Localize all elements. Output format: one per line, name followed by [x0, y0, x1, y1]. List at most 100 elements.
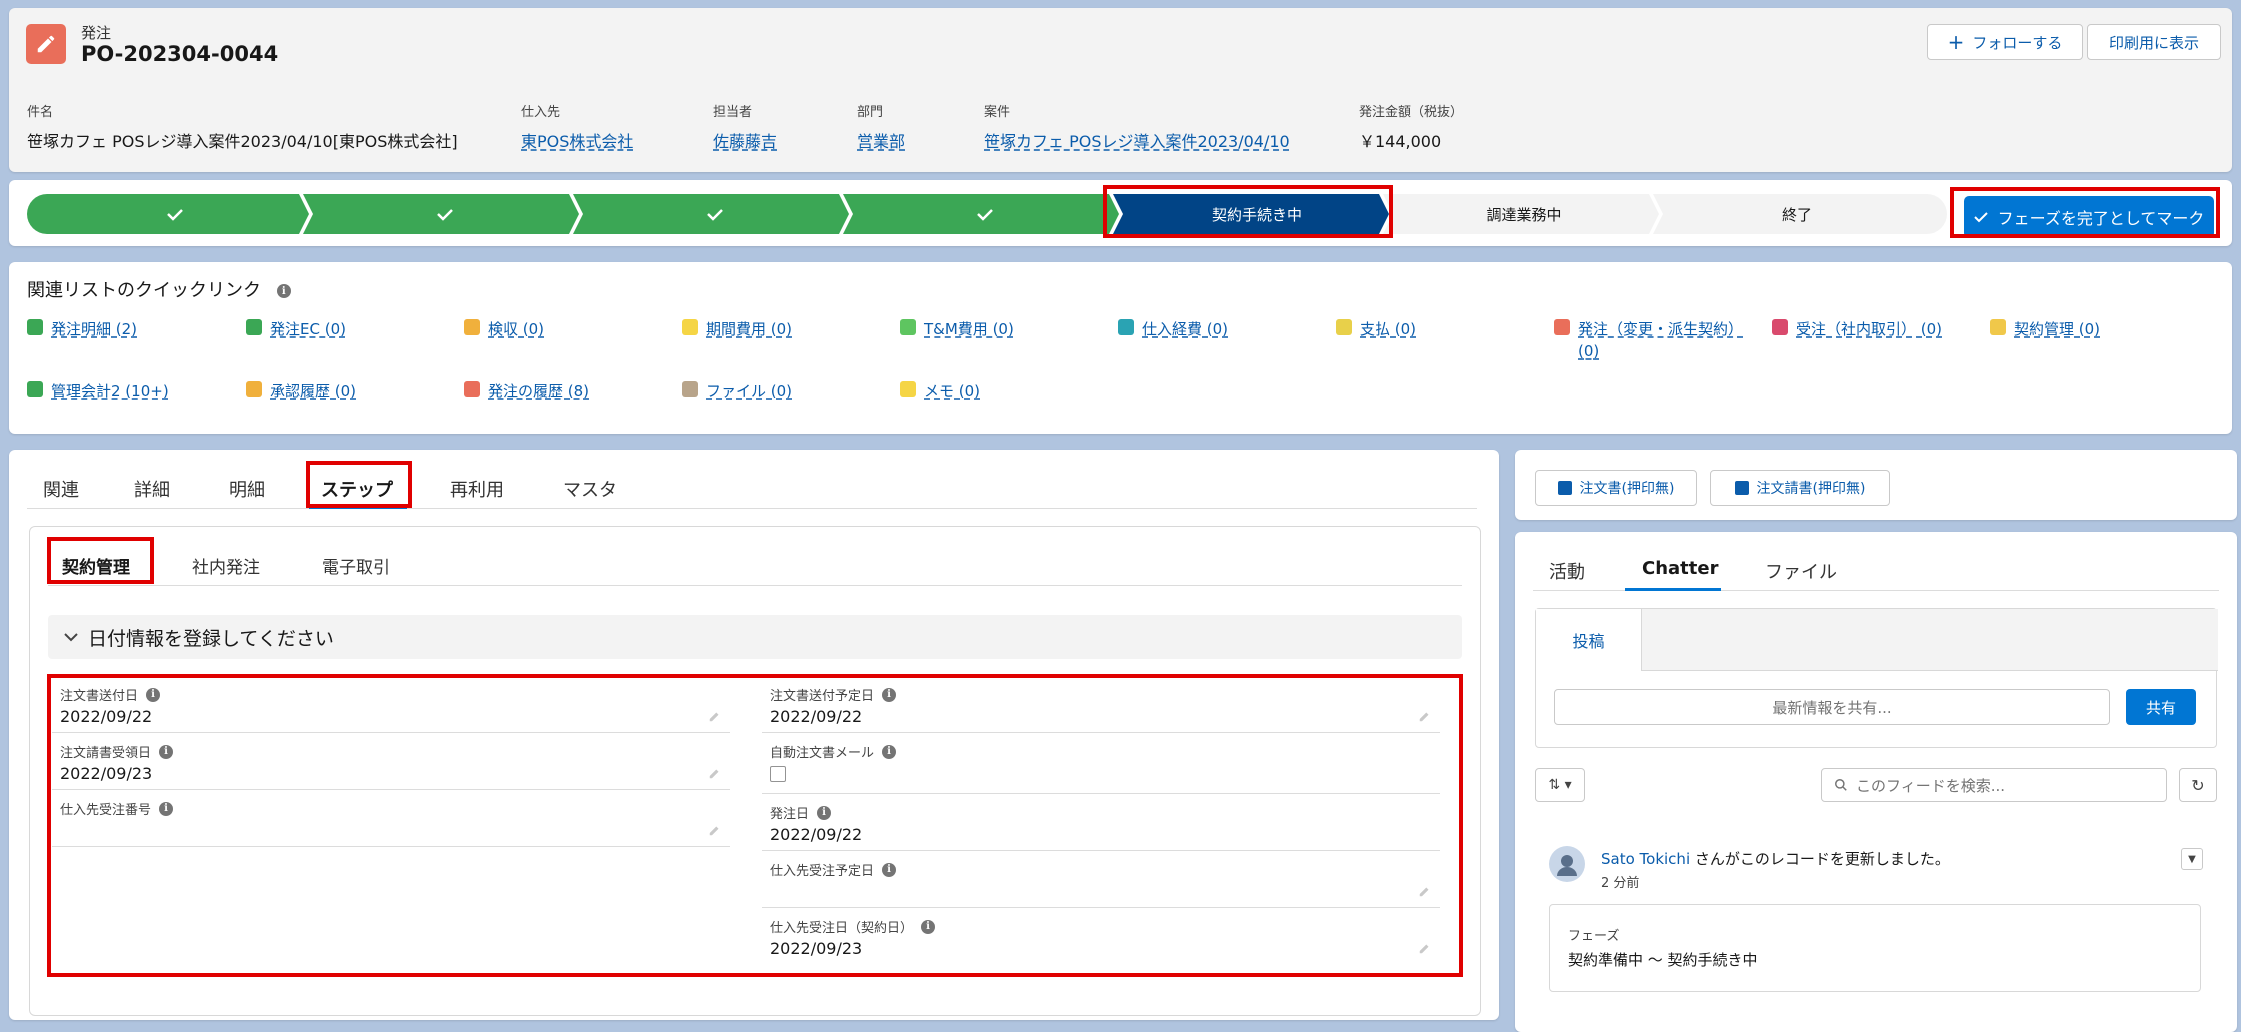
- quick-link[interactable]: メモ (0): [900, 380, 980, 401]
- quick-link[interactable]: 発注の履歴 (8): [464, 380, 589, 401]
- related-list-icon: [1772, 319, 1788, 335]
- field-opportunity: 案件 笹塚カフェ POSレジ導入案件2023/04/10: [984, 105, 1290, 152]
- path-stage-2[interactable]: [303, 194, 579, 234]
- document-buttons-card: 注文書(押印無) 注文請書(押印無): [1515, 450, 2237, 520]
- feed-user-link[interactable]: Sato Tokichi: [1601, 850, 1690, 868]
- refresh-icon: ↻: [2191, 775, 2205, 795]
- tab-files[interactable]: ファイル: [1765, 558, 1837, 584]
- document-icon: [1734, 481, 1749, 495]
- check-icon: [1973, 212, 1988, 223]
- quick-link[interactable]: T&M費用 (0): [900, 318, 1014, 339]
- purchase-order-doc-button[interactable]: 注文書(押印無): [1535, 470, 1697, 506]
- field-amount: 発注金額（税抜） ￥144,000: [1359, 105, 1464, 151]
- owner-link[interactable]: 佐藤藤吉: [713, 128, 777, 152]
- field-po-ack-received-date: 注文請書受領日 i 2022/09/23: [52, 736, 730, 790]
- path-stages: 契約手続き中 調達業務中 終了: [27, 194, 1947, 234]
- edit-pencil-icon[interactable]: [708, 823, 722, 837]
- quick-link[interactable]: 発注（変更・派生契約） (0): [1554, 318, 1744, 362]
- tab-master[interactable]: マスタ: [563, 476, 617, 502]
- quick-link[interactable]: 支払 (0): [1336, 318, 1416, 339]
- quick-link[interactable]: 検収 (0): [464, 318, 544, 339]
- quick-link[interactable]: 仕入経費 (0): [1118, 318, 1228, 339]
- tab-details[interactable]: 詳細: [134, 476, 170, 502]
- field-order-date: 発注日 i 2022/09/22: [762, 797, 1440, 851]
- quick-link[interactable]: 管理会計2 (10+): [27, 380, 169, 401]
- section-header[interactable]: 日付情報を登録してください: [48, 615, 1462, 659]
- plus-icon: +: [1947, 30, 1965, 54]
- feed-item-menu-button[interactable]: ▼: [2181, 848, 2203, 870]
- related-list-icon: [246, 381, 262, 397]
- edit-pencil-icon[interactable]: [708, 709, 722, 723]
- path-stage-label: 終了: [1782, 206, 1812, 224]
- path-stage-6[interactable]: 調達業務中: [1383, 194, 1659, 234]
- quick-link[interactable]: 受注（社内取引） (0): [1772, 318, 1942, 339]
- opportunity-link[interactable]: 笹塚カフェ POSレジ導入案件2023/04/10: [984, 128, 1290, 152]
- search-icon: [1835, 779, 1847, 791]
- avatar[interactable]: [1549, 846, 1585, 882]
- subtab-divider: [48, 585, 1462, 586]
- quick-link[interactable]: 承認履歴 (0): [246, 380, 356, 401]
- pencil-icon: [26, 24, 66, 64]
- auto-po-email-checkbox[interactable]: [770, 766, 786, 782]
- follow-button[interactable]: + フォローする: [1927, 24, 2083, 60]
- field-vendor-order-date: 仕入先受注日（契約日） i 2022/09/23: [762, 911, 1440, 965]
- field-po-scheduled-send-date: 注文書送付予定日 i 2022/09/22: [762, 679, 1440, 733]
- quick-links-card: 関連リストのクイックリンク i 発注明細 (2) 発注EC (0) 検収 (0)…: [9, 262, 2232, 434]
- path-stage-7[interactable]: 終了: [1653, 194, 1947, 234]
- related-list-icon: [464, 381, 480, 397]
- related-list-icon: [464, 319, 480, 335]
- info-icon: i: [159, 801, 174, 816]
- vendor-link[interactable]: 東POS株式会社: [521, 128, 633, 152]
- field-owner: 担当者 佐藤藤吉: [713, 105, 778, 152]
- department-link[interactable]: 営業部: [857, 128, 905, 152]
- quick-link[interactable]: 期間費用 (0): [682, 318, 792, 339]
- edit-pencil-icon[interactable]: [1418, 884, 1432, 898]
- edit-pencil-icon[interactable]: [1418, 941, 1432, 955]
- active-tab-indicator: [1625, 588, 1721, 591]
- edit-pencil-icon[interactable]: [708, 766, 722, 780]
- info-icon: i: [882, 687, 897, 702]
- related-list-icon: [682, 319, 698, 335]
- quick-link[interactable]: 発注EC (0): [246, 318, 346, 339]
- tab-steps[interactable]: ステップ: [321, 476, 393, 502]
- subtab-contract-management[interactable]: 契約管理: [62, 553, 130, 578]
- tab-chatter[interactable]: Chatter: [1642, 558, 1718, 579]
- document-icon: [1557, 481, 1572, 495]
- feed-search-input[interactable]: このフィードを検索...: [1821, 768, 2167, 802]
- sort-menu-button[interactable]: ⇅ ▾: [1535, 768, 1585, 802]
- quick-link[interactable]: 発注明細 (2): [27, 318, 137, 339]
- print-view-button[interactable]: 印刷用に表示: [2087, 24, 2221, 60]
- info-icon: i: [146, 687, 161, 702]
- subtab-e-commerce[interactable]: 電子取引: [322, 553, 390, 578]
- share-update-input[interactable]: 最新情報を共有...: [1554, 689, 2110, 725]
- edit-pencil-icon[interactable]: [1418, 709, 1432, 723]
- field-vendor: 仕入先 東POS株式会社: [521, 105, 634, 152]
- info-icon: i: [882, 744, 897, 759]
- refresh-feed-button[interactable]: ↻: [2179, 768, 2217, 802]
- tab-reuse[interactable]: 再利用: [450, 476, 504, 502]
- changed-field-value: 契約準備中 ～ 契約手続き中: [1568, 951, 1758, 969]
- tab-post[interactable]: 投稿: [1536, 609, 1642, 671]
- quick-link[interactable]: ファイル (0): [682, 380, 792, 401]
- activity-chatter-card: 活動 Chatter ファイル 投稿 最新情報を共有... 共有 ⇅ ▾ このフ…: [1515, 532, 2237, 1032]
- path-stage-1[interactable]: [27, 194, 309, 234]
- path-stage-current[interactable]: 契約手続き中: [1113, 194, 1389, 234]
- share-button[interactable]: 共有: [2126, 689, 2196, 725]
- tab-activity[interactable]: 活動: [1549, 558, 1585, 584]
- field-vendor-expected-order-date: 仕入先受注予定日 i: [762, 854, 1440, 908]
- related-list-icon: [246, 319, 262, 335]
- tab-divider: [27, 508, 1477, 509]
- mark-stage-complete-button[interactable]: フェーズを完了としてマーク: [1964, 196, 2214, 238]
- quick-link[interactable]: 契約管理 (0): [1990, 318, 2100, 339]
- tab-line-items[interactable]: 明細: [229, 476, 265, 502]
- subtab-internal-order[interactable]: 社内発注: [192, 553, 260, 578]
- changed-field-label: フェーズ: [1568, 929, 1620, 944]
- path-stage-4[interactable]: [843, 194, 1119, 234]
- path-stage-3[interactable]: [573, 194, 849, 234]
- active-tab-indicator: [309, 506, 407, 509]
- order-acknowledgment-doc-button[interactable]: 注文請書(押印無): [1710, 470, 1890, 506]
- field-auto-po-email: 自動注文書メール i: [762, 736, 1440, 794]
- path-stage-label: 契約手続き中: [1212, 206, 1302, 224]
- tab-related[interactable]: 関連: [43, 476, 79, 502]
- info-icon: i: [159, 744, 174, 759]
